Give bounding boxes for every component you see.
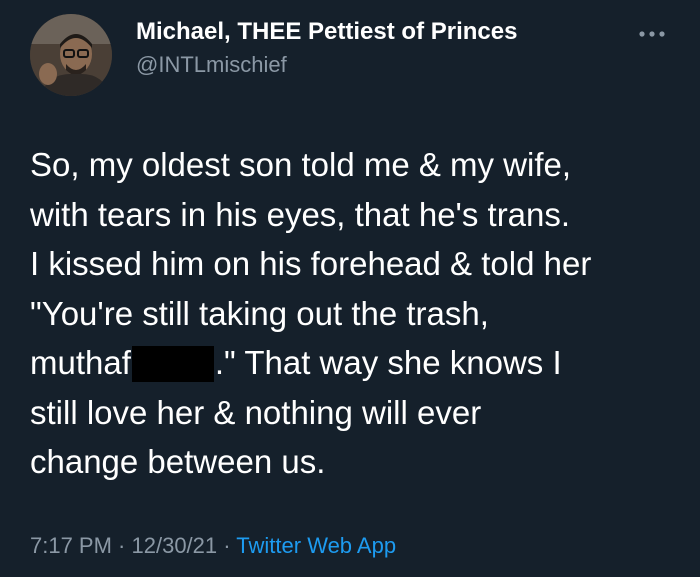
tweet-source-link[interactable]: Twitter Web App — [236, 533, 396, 558]
separator: · — [111, 533, 132, 558]
redaction-box — [131, 346, 214, 382]
separator: · — [217, 533, 237, 558]
tweet-text-line: still love her & nothing will ever — [30, 393, 482, 431]
user-handle[interactable]: @INTLmischief — [136, 52, 287, 78]
tweet-text-line: muthaf ." That way she knows I — [30, 338, 685, 388]
tweet-text-line: change between us. — [30, 443, 326, 480]
avatar[interactable] — [30, 14, 112, 96]
tweet-time[interactable]: 7:17 PM — [30, 533, 112, 558]
avatar-image — [30, 14, 112, 96]
tweet-text: So, my oldest son told me & my wife, wit… — [30, 140, 685, 487]
tweet-text-line: with tears in his eyes, that he's trans. — [30, 195, 571, 233]
display-name[interactable]: Michael, THEE Pettiest of Princes — [136, 18, 517, 46]
tweet-text-line: "You're still taking out the trash, — [30, 294, 489, 332]
tweet-card: Michael, THEE Pettiest of Princes @INTLm… — [0, 0, 700, 577]
tweet-date[interactable]: 12/30/21 — [132, 533, 218, 558]
tweet-metadata: 7:17 PM · 12/30/21 · Twitter Web App — [30, 533, 396, 559]
more-options-icon[interactable] — [634, 22, 670, 46]
tweet-text-line: So, my oldest son told me & my wife, — [30, 146, 572, 183]
tweet-text-fragment: muthaf — [30, 344, 131, 381]
more-horizontal-icon — [639, 31, 665, 37]
tweet-text-line: I kissed him on his forehead & told her — [30, 245, 592, 282]
tweet-text-fragment: ." That way she knows I — [214, 344, 562, 381]
